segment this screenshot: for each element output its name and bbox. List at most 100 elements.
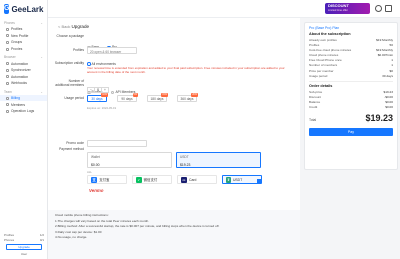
nav-group-browser[interactable]: Browser ⌄ bbox=[0, 52, 47, 60]
summary-row-value: $0.00 bbox=[385, 105, 393, 110]
members-count[interactable]: 0 bbox=[94, 88, 102, 92]
profiles-icon bbox=[6, 27, 9, 31]
upgrade-form: < Back Upgrade Choose a package Base Pro… bbox=[48, 18, 300, 210]
payment-usdt[interactable]: ₮ USDT bbox=[222, 175, 262, 184]
payment-card-label: Card bbox=[189, 177, 197, 182]
total-label: Total bbox=[309, 118, 317, 123]
wallet-option[interactable]: Wallet $0.00 bbox=[87, 152, 172, 168]
expire-hint: Expires on: 2024-05-19 bbox=[87, 106, 117, 110]
quota-profiles-label: Profiles bbox=[4, 232, 15, 237]
sidebar-user[interactable]: User bbox=[4, 252, 44, 256]
billing-instructions: Cloud mobile phone billing instructions:… bbox=[48, 210, 300, 259]
order-summary-panel: Pro (Base Pro) Plan About the subscripti… bbox=[300, 18, 400, 259]
period-option-360-days[interactable]: 360 days 20% bbox=[177, 93, 198, 102]
quota-profiles-value: 1/2 bbox=[39, 232, 44, 237]
webhooks-icon bbox=[6, 81, 9, 85]
nav-group-label: Phones bbox=[4, 21, 15, 25]
nav-group-label: Team bbox=[4, 89, 12, 94]
quota-profiles: Profiles 1/2 bbox=[4, 233, 44, 237]
sidebar-item-members[interactable]: Members bbox=[0, 101, 47, 108]
profiles-select[interactable]: 20 open & 60 browser bbox=[87, 47, 137, 54]
order-detail-rows: Sub-price $19.23 Discount -$0.00 Balance $0.0… bbox=[309, 90, 393, 111]
profiles-label: Profiles bbox=[73, 48, 84, 52]
payment-wechat-label: 微信支付 bbox=[143, 178, 158, 182]
sidebar-item-automation[interactable]: Automation bbox=[0, 60, 47, 67]
payment-wechat[interactable]: ✓ 微信支付 bbox=[132, 175, 172, 184]
period-label: 360 days bbox=[180, 97, 194, 101]
period-label: 90 days bbox=[121, 97, 133, 101]
period-option-90-days[interactable]: 90 days 5% bbox=[117, 93, 138, 102]
payment-usdt-label: USDT bbox=[232, 177, 243, 182]
members-icon bbox=[6, 103, 9, 107]
nav-group-label: Browser bbox=[4, 55, 16, 60]
usdt-amount: $19.23 bbox=[180, 163, 191, 167]
discount-banner[interactable]: DISCOUNT Limited time offer bbox=[325, 3, 370, 14]
bell-icon[interactable] bbox=[375, 5, 382, 12]
summary-row-value: 30 days bbox=[382, 73, 393, 78]
top-bar: DISCOUNT Limited time offer bbox=[48, 0, 400, 18]
period-option-30-days[interactable]: 30 days 10% bbox=[87, 93, 108, 102]
option-api-members[interactable]: API Members bbox=[110, 90, 135, 94]
order-summary-card: Pro (Base Pro) Plan About the subscripti… bbox=[304, 22, 398, 170]
usdt-title: USDT bbox=[180, 155, 189, 159]
pay-button[interactable]: Pay bbox=[309, 128, 393, 137]
chevron-down-icon: ⌄ bbox=[40, 21, 43, 25]
sidebar-item-operation-logs[interactable]: Operation Logs bbox=[0, 108, 47, 115]
app-root: G GeeLark Phones ⌄ Profiles New Profile Grou… bbox=[0, 0, 400, 259]
chevron-down-icon: ⌄ bbox=[40, 55, 43, 60]
increment-button[interactable]: + bbox=[102, 88, 108, 92]
promo-code-input[interactable] bbox=[87, 140, 147, 147]
venmo-logo: Venmo bbox=[89, 188, 104, 193]
sidebar-item-new-profile[interactable]: New Profile bbox=[0, 33, 47, 40]
sidebar-item-profiles[interactable]: Profiles bbox=[0, 26, 47, 33]
period-option-180-days[interactable]: 180 days 15% bbox=[147, 93, 168, 102]
payment-alipay-label: 支付宝 bbox=[99, 178, 110, 182]
groups-icon bbox=[6, 40, 9, 44]
sidebar-item-label: Profiles bbox=[11, 27, 23, 32]
instruction-line: 4.No usage, no charge. bbox=[55, 235, 88, 239]
discount-tag: 15% bbox=[161, 93, 168, 97]
payment-card[interactable]: ▭ Card bbox=[177, 175, 217, 184]
payment-venmo[interactable]: Venmo bbox=[89, 186, 103, 195]
logo[interactable]: G GeeLark bbox=[0, 0, 47, 18]
nav-group-team[interactable]: Team ⌄ bbox=[0, 87, 47, 95]
quota-phones-label: Phones bbox=[4, 238, 15, 242]
sidebar-item-webhooks[interactable]: Webhooks bbox=[0, 80, 47, 87]
selected-check-icon bbox=[257, 179, 261, 183]
usdt-balance-option[interactable]: USDT $19.23 bbox=[176, 152, 261, 168]
total-amount: $19.23 bbox=[365, 113, 393, 124]
logo-text: GeeLark bbox=[11, 4, 44, 14]
sidebar-item-synchronizer[interactable]: Synchronizer bbox=[0, 67, 47, 74]
operation-logs-icon bbox=[6, 109, 9, 113]
period-label: 30 days bbox=[91, 97, 103, 101]
sidebar-item-label: Groups bbox=[11, 40, 23, 45]
avatar-icon[interactable] bbox=[385, 5, 392, 12]
plan-name: Pro (Base Pro) Plan bbox=[309, 26, 340, 30]
subscription-label: Subscription validity bbox=[54, 61, 84, 65]
sidebar-upgrade-button[interactable]: Upgrade bbox=[6, 244, 42, 250]
billing-icon bbox=[6, 96, 9, 100]
promo-code-label: Promo code bbox=[66, 141, 84, 145]
wechat-pay-icon: ✓ bbox=[136, 176, 142, 183]
sidebar-item-groups[interactable]: Groups bbox=[0, 39, 47, 46]
sidebar-item-billing[interactable]: Billing bbox=[0, 94, 47, 102]
sidebar-footer: Profiles 1/2 Phones 0/1 Upgrade User bbox=[0, 233, 48, 257]
nav-group-phones[interactable]: Phones ⌄ bbox=[0, 18, 47, 26]
card-icon: ▭ bbox=[181, 176, 188, 183]
discount-tag: 10% bbox=[101, 93, 108, 97]
back-link[interactable]: < Back bbox=[58, 24, 70, 29]
payment-alipay[interactable]: 支 支付宝 bbox=[87, 175, 127, 184]
breadcrumb: < Back Upgrade bbox=[58, 24, 89, 29]
summary-row-usage-period: Usage period 30 days bbox=[309, 74, 393, 79]
package-label: Choose a package bbox=[56, 34, 85, 38]
sidebar-item-label: Members bbox=[11, 102, 26, 107]
summary-row-label: Credit bbox=[309, 105, 318, 110]
summary-row-credit: Credit $0.00 bbox=[309, 105, 393, 110]
sidebar-item-label: Billing bbox=[11, 96, 21, 101]
discount-tag: 5% bbox=[132, 93, 138, 97]
payment-methods-section: ALL bbox=[87, 170, 92, 174]
wallet-amount: $0.00 bbox=[91, 163, 100, 167]
sidebar-item-automation[interactable]: Automation bbox=[0, 74, 47, 81]
sidebar-item-proxies[interactable]: Proxies bbox=[0, 46, 47, 53]
sidebar-item-label: Proxies bbox=[11, 47, 23, 52]
